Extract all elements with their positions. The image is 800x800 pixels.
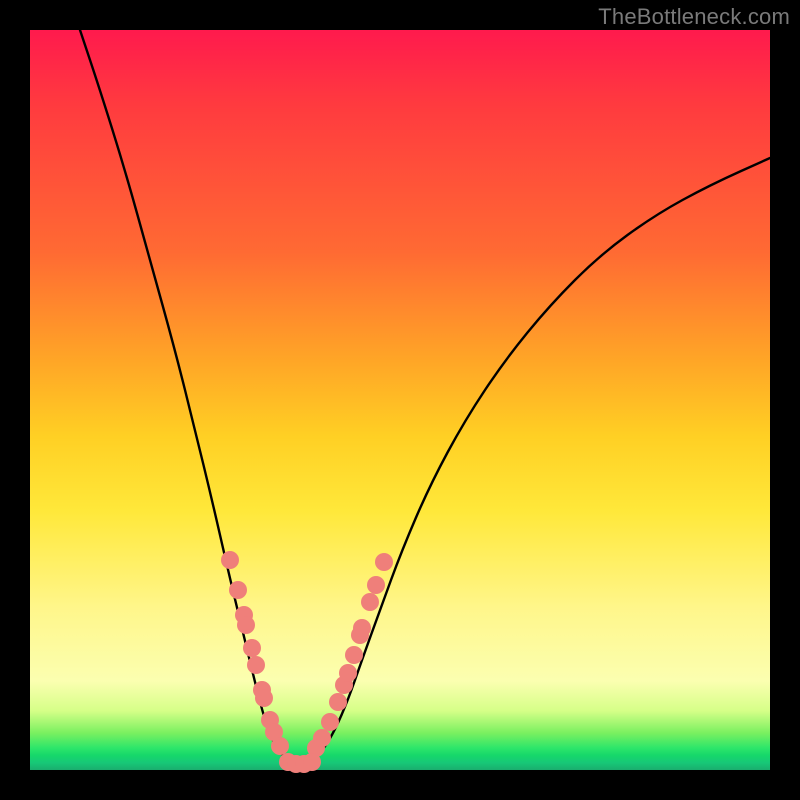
data-dot bbox=[339, 664, 357, 682]
data-dot bbox=[237, 616, 255, 634]
data-dot bbox=[255, 689, 273, 707]
data-dot bbox=[303, 753, 321, 771]
data-dot bbox=[229, 581, 247, 599]
data-dot bbox=[367, 576, 385, 594]
data-dot bbox=[353, 619, 371, 637]
curve-path bbox=[80, 30, 770, 763]
data-dot bbox=[345, 646, 363, 664]
data-dot bbox=[329, 693, 347, 711]
watermark-text: TheBottleneck.com bbox=[598, 4, 790, 30]
data-dot bbox=[313, 729, 331, 747]
data-dot bbox=[247, 656, 265, 674]
data-dot bbox=[321, 713, 339, 731]
data-dot bbox=[361, 593, 379, 611]
data-dot bbox=[221, 551, 239, 569]
data-dots bbox=[221, 551, 393, 773]
data-dot bbox=[271, 737, 289, 755]
data-dot bbox=[375, 553, 393, 571]
plot-area bbox=[30, 30, 770, 770]
bottleneck-curve bbox=[30, 30, 770, 770]
data-dot bbox=[243, 639, 261, 657]
chart-frame: TheBottleneck.com bbox=[0, 0, 800, 800]
